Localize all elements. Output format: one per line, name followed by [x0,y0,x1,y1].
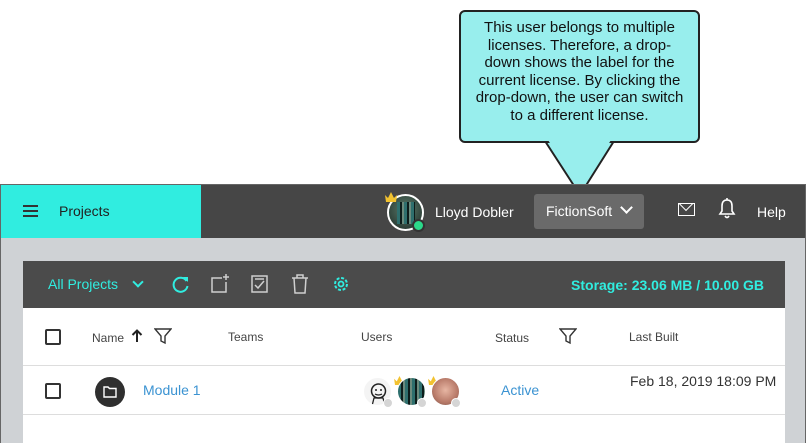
mail-icon[interactable] [678,203,695,216]
project-filter-label: All Projects [48,276,119,292]
sort-ascending-icon[interactable] [131,329,143,343]
new-project-icon[interactable] [209,273,231,295]
status-dot [383,398,393,408]
settings-icon[interactable] [330,273,352,295]
project-filter-dropdown[interactable]: All Projects [48,276,144,292]
column-header-users: Users [361,330,393,344]
crown-icon [385,192,397,202]
chevron-down-icon [132,276,144,288]
license-label: FictionSoft [546,203,613,219]
callout-text: This user belongs to multiple licenses. … [475,19,684,124]
storage-value: 23.06 MB / 10.00 GB [631,277,764,293]
column-header-name[interactable]: Name [92,331,124,345]
column-header-status: Status [495,331,530,345]
projects-panel: All Projects Storage: 23.06 MB / 10.00 G… [23,261,785,443]
projects-toolbar: All Projects Storage: 23.06 MB / 10.00 G… [23,261,785,308]
chevron-down-icon [620,201,633,214]
table-header: Name Teams Users Status Last Built [23,308,785,366]
app-window: Projects Lloyd Dobler FictionSoft Help A… [0,184,806,443]
project-name-link[interactable]: Module 1 [143,382,201,398]
storage-label: Storage: [571,277,628,293]
top-navigation-bar: Projects Lloyd Dobler FictionSoft Help [1,185,805,238]
section-title: Projects [59,203,110,219]
bell-icon[interactable] [717,197,737,221]
column-header-teams: Teams [228,330,264,344]
filter-icon[interactable] [154,328,172,345]
checklist-icon[interactable] [249,273,271,295]
status-dot [417,398,427,408]
hamburger-menu-icon[interactable] [23,205,38,217]
help-link[interactable]: Help [757,204,786,220]
storage-indicator: Storage: 23.06 MB / 10.00 GB [571,277,764,293]
status-link[interactable]: Active [501,382,539,398]
user-name[interactable]: Lloyd Dobler [435,204,514,220]
license-dropdown[interactable]: FictionSoft [534,194,644,229]
section-header: Projects [1,185,201,238]
filter-icon[interactable] [559,328,577,345]
select-all-checkbox[interactable] [45,329,61,345]
last-built-cell: Feb 18, 2019 18:09 PM [630,373,777,389]
refresh-icon[interactable] [170,273,192,295]
callout-note: This user belongs to multiple licenses. … [459,10,700,143]
table-row[interactable]: Module 1 Active Feb 18, 2019 18:09 PM [23,367,785,415]
online-status-dot [412,219,425,232]
status-dot [451,398,461,408]
row-checkbox[interactable] [45,383,61,399]
folder-icon [95,377,125,407]
column-header-last-built: Last Built [629,330,679,344]
trash-icon[interactable] [289,273,311,295]
